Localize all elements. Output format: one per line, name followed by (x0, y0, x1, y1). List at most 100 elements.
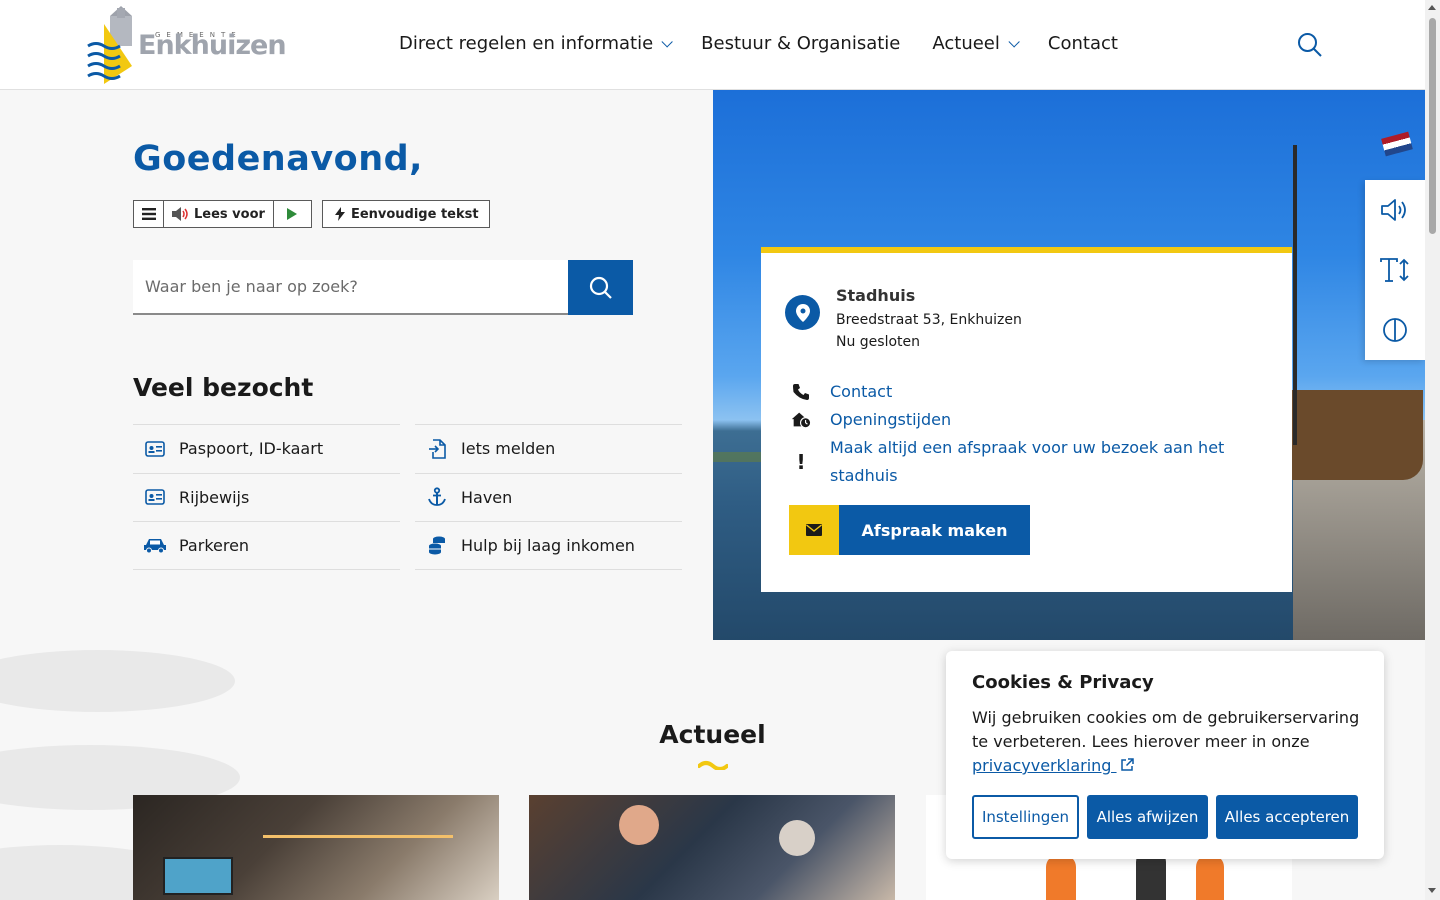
most-visited-link[interactable]: Iets melden (415, 424, 682, 473)
header-search-button[interactable] (1297, 32, 1323, 58)
accessibility-toolbar (1365, 180, 1425, 360)
most-visited-list-left: Paspoort, ID-kaart Rijbewijs Parkeren (133, 424, 400, 570)
nav-item-actueel[interactable]: Actueel (932, 33, 1020, 54)
readspeaker-player: Lees voor (133, 200, 312, 228)
scrollbar-thumb[interactable] (1429, 18, 1436, 234)
chevron-down-icon (661, 35, 673, 48)
privacy-statement-label: privacyverklaring (972, 756, 1112, 775)
most-visited-list-right: Iets melden Haven Hulp bij laag inkomen (415, 424, 682, 570)
nav-item-label: Actueel (932, 33, 1000, 54)
exclamation-icon: ! (796, 450, 806, 474)
main-search (133, 260, 633, 315)
card-opening-hours-link[interactable]: Openingstijden (830, 406, 951, 434)
external-link-icon (1120, 758, 1134, 771)
simple-text-label: Eenvoudige tekst (350, 206, 479, 222)
news-image-figure (1196, 855, 1224, 900)
news-item-image[interactable] (529, 795, 895, 900)
card-status: Nu gesloten (836, 334, 921, 350)
logo-emblem-icon (87, 6, 132, 84)
id-card-icon (137, 438, 173, 460)
coins-icon (419, 534, 455, 556)
most-visited-label: Paspoort, ID-kaart (179, 439, 324, 459)
news-image-screen (163, 857, 233, 895)
scroll-down-arrow-icon[interactable] (1428, 888, 1436, 893)
house-clock-icon (790, 409, 812, 431)
readspeaker-play-button[interactable] (272, 201, 311, 227)
menu-icon (141, 208, 156, 220)
cookie-reject-button[interactable]: Alles afwijzen (1087, 795, 1208, 839)
phone-icon (790, 381, 812, 403)
readspeaker-listen-button[interactable]: Lees voor (163, 201, 273, 227)
news-image-light (263, 835, 453, 838)
news-item-image[interactable] (133, 795, 499, 900)
news-image-person (619, 805, 659, 845)
decorative-fish (0, 650, 235, 712)
most-visited-link[interactable]: Hulp bij laag inkomen (415, 521, 682, 570)
car-icon (137, 534, 173, 556)
nav-item-label: Direct regelen en informatie (399, 33, 654, 54)
dutch-flag-icon (1381, 131, 1413, 157)
most-visited-link[interactable]: Haven (415, 472, 682, 522)
main-nav: Direct regelen en informatie Bestuur & O… (399, 33, 1150, 54)
greeting-heading: Goedenavond, (133, 139, 423, 179)
lightning-icon (334, 207, 345, 221)
id-card-icon (137, 486, 173, 508)
heading-underline-squiggle (698, 761, 728, 770)
privacy-statement-link[interactable]: privacyverklaring (972, 756, 1134, 775)
card-title: Stadhuis (836, 286, 916, 305)
card-appointment-info-link[interactable]: Maak altijd een afspraak voor uw bezoek … (830, 434, 1250, 490)
anchor-icon (419, 486, 455, 508)
nav-item-label: Contact (1047, 33, 1118, 54)
speaker-icon (172, 207, 188, 221)
cookie-dialog-body: Wij gebruiken cookies om de gebruikerser… (972, 708, 1360, 751)
card-contact-link[interactable]: Contact (830, 378, 892, 406)
most-visited-label: Hulp bij laag inkomen (461, 535, 635, 555)
location-pin-icon (785, 295, 820, 330)
cookie-dialog-text: Wij gebruiken cookies om de gebruikerser… (972, 706, 1367, 778)
make-appointment-label: Afspraak maken (839, 505, 1030, 555)
scroll-up-arrow-icon[interactable] (1428, 5, 1436, 10)
search-input[interactable] (133, 260, 568, 315)
envelope-icon (789, 505, 839, 555)
read-aloud-tool[interactable] (1365, 180, 1425, 240)
hero-mast (1293, 145, 1297, 445)
news-image-figure (1046, 855, 1076, 900)
cookie-consent-dialog: Cookies & Privacy Wij gebruiken cookies … (946, 651, 1384, 859)
nav-item-label: Bestuur & Organisatie (701, 33, 901, 54)
contrast-icon (1383, 318, 1407, 342)
city-hall-card: Stadhuis Breedstraat 53, Enkhuizen Nu ge… (761, 247, 1292, 592)
search-icon (1298, 33, 1322, 57)
logo-title: Enkhuizen (138, 30, 287, 61)
most-visited-link[interactable]: Paspoort, ID-kaart (133, 424, 400, 473)
page-scrollbar[interactable] (1425, 0, 1440, 900)
cookie-dialog-title: Cookies & Privacy (972, 672, 1154, 693)
site-header: GEMEENTE Enkhuizen Direct regelen en inf… (0, 0, 1425, 90)
most-visited-label: Parkeren (179, 535, 250, 555)
search-icon (589, 276, 612, 299)
simple-text-button[interactable]: Eenvoudige tekst (321, 200, 490, 228)
make-appointment-button[interactable]: Afspraak maken (789, 505, 1030, 555)
cookie-settings-button[interactable]: Instellingen (972, 795, 1079, 839)
most-visited-label: Rijbewijs (179, 487, 250, 507)
text-size-icon (1380, 258, 1409, 282)
readspeaker-bar: Lees voor Eenvoudige tekst (133, 200, 490, 228)
file-report-icon (419, 438, 455, 460)
news-image-person (779, 820, 815, 856)
readspeaker-menu-button[interactable] (134, 201, 163, 227)
cookie-accept-button[interactable]: Alles accepteren (1216, 795, 1358, 839)
card-address: Breedstraat 53, Enkhuizen (836, 312, 1022, 328)
most-visited-link[interactable]: Rijbewijs (133, 472, 400, 522)
nav-item-bestuur[interactable]: Bestuur & Organisatie (701, 33, 900, 54)
nav-item-contact[interactable]: Contact (1048, 33, 1118, 54)
most-visited-label: Haven (461, 487, 513, 507)
contrast-tool[interactable] (1365, 300, 1425, 360)
chevron-down-icon (1008, 35, 1020, 48)
search-submit-button[interactable] (568, 260, 633, 315)
nav-item-direct-regelen[interactable]: Direct regelen en informatie (399, 33, 673, 54)
most-visited-link[interactable]: Parkeren (133, 521, 400, 570)
readspeaker-listen-label: Lees voor (194, 206, 265, 222)
speaker-icon (1381, 199, 1406, 221)
most-visited-label: Iets melden (461, 439, 556, 459)
text-size-tool[interactable] (1365, 240, 1425, 300)
play-icon (287, 208, 298, 220)
